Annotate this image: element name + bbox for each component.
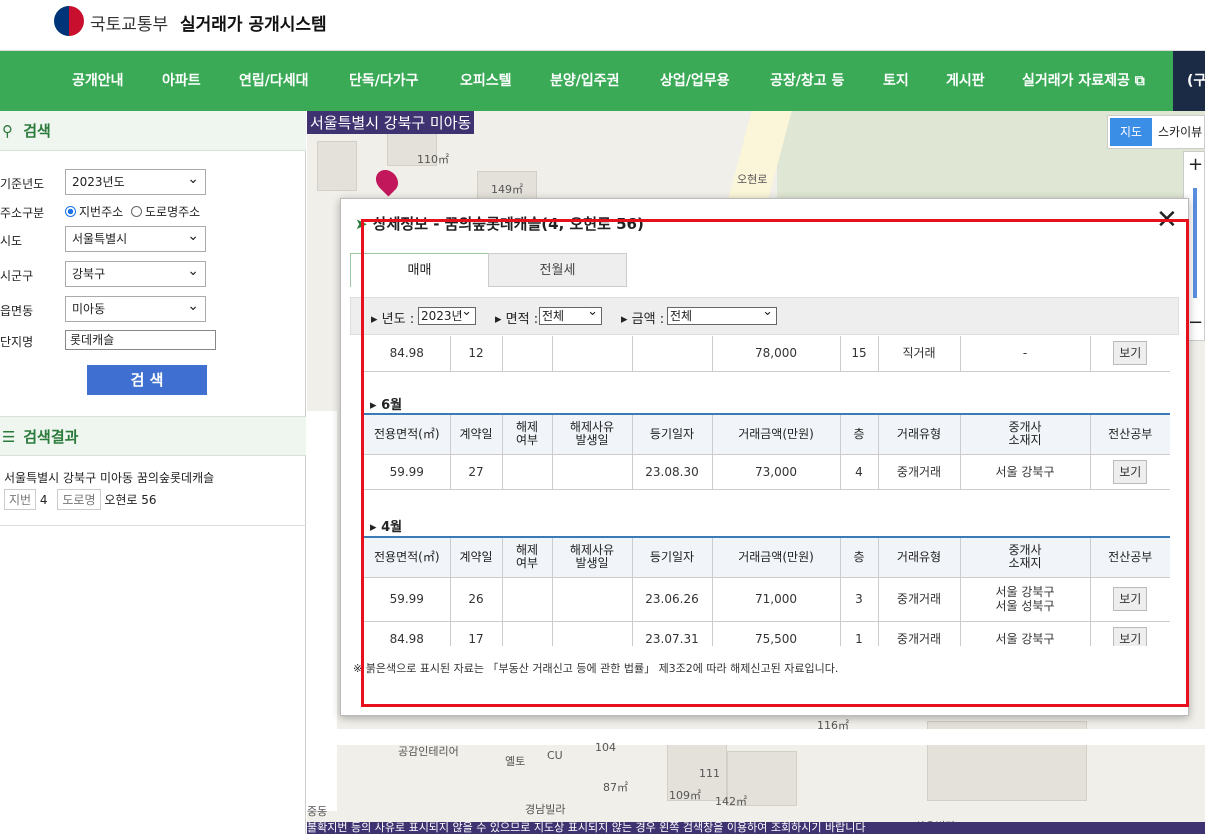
road-tag: 도로명 (57, 489, 101, 510)
map-label: 옐토 (505, 755, 526, 768)
map-label: 111 (699, 767, 720, 780)
sigungu-select[interactable]: 강북구 (65, 259, 206, 287)
sigungu-label: 시군구 (0, 269, 34, 283)
nav-item-guide[interactable]: 공개안내 (72, 51, 124, 111)
map-label: 116㎡ (817, 719, 849, 732)
road-radio[interactable] (131, 206, 142, 217)
nav-item-apartment[interactable]: 아파트 (162, 51, 201, 111)
map-label: 중동 (307, 805, 328, 818)
nav-item-factory[interactable]: 공장/창고 등 (770, 51, 844, 111)
divider (0, 525, 306, 526)
zoom-in-button[interactable]: + (1188, 154, 1203, 175)
search-panel: ⚲ 검색 기준년도 2023년도 주소구분 지번주소 도로명주소 시도 서울특별… (0, 111, 306, 834)
highlight-box (361, 219, 1189, 707)
road-radio-label[interactable]: 도로명주소 (145, 205, 200, 219)
search-button[interactable]: 검 색 (87, 365, 207, 395)
nav-item-data-provision[interactable]: 실거래가 자료제공 ⧉ (1022, 51, 1145, 111)
map-label: 109㎡ (669, 789, 701, 802)
nav-item-commercial[interactable]: 상업/업무용 (660, 51, 730, 111)
map-label: 87㎡ (603, 781, 628, 794)
map-road (307, 411, 337, 811)
jibun-radio-label[interactable]: 지번주소 (79, 205, 123, 219)
map-location-label: 서울특별시 강북구 미아동 (307, 111, 475, 134)
result-item-address: 지번 4 도로명 오현로 56 (4, 489, 214, 510)
map-building (317, 141, 357, 191)
dong-label: 읍면동 (0, 304, 34, 318)
nav-item-old[interactable]: (구 (1173, 51, 1205, 111)
search-header: ⚲ 검색 (0, 111, 306, 151)
map-label: CU (547, 749, 563, 762)
complex-label: 단지명 (0, 335, 34, 349)
year-label: 기준년도 (0, 177, 45, 191)
road-value: 오현로 56 (104, 493, 157, 507)
jibun-value: 4 (39, 493, 48, 507)
location-pin-icon[interactable] (371, 165, 403, 197)
result-item-name[interactable]: 서울특별시 강북구 미아동 꿈의숲롯데캐슬 (4, 469, 214, 486)
map-label: 오현로 (737, 173, 768, 186)
map-label: 공감인테리어 (398, 745, 459, 758)
jibun-radio[interactable] (65, 206, 76, 217)
nav-item-presale[interactable]: 분양/입주권 (550, 51, 620, 111)
main-nav: 공개안내 아파트 연립/다세대 단독/다가구 오피스텔 분양/입주권 상업/업무… (0, 51, 1205, 111)
addr-type-radios: 지번주소 도로명주소 (65, 203, 200, 220)
map-bottom-note: 불확지번 등의 사유로 표시되지 않을 수 있으므로 지도상 표시되지 않는 경… (307, 822, 1205, 834)
zoom-out-button[interactable]: − (1188, 312, 1203, 333)
ministry-name[interactable]: 국토교통부 (90, 10, 168, 35)
nav-item-rowhouse[interactable]: 연립/다세대 (239, 51, 309, 111)
map-type-switch: 지도 스카이뷰 (1107, 115, 1205, 149)
system-title[interactable]: 실거래가 공개시스템 (180, 10, 327, 35)
zoom-slider[interactable] (1193, 188, 1197, 298)
result-item[interactable]: 서울특별시 강북구 미아동 꿈의숲롯데캐슬 지번 4 도로명 오현로 56 (4, 469, 214, 510)
top-header: 국토교통부 실거래가 공개시스템 (0, 0, 1205, 51)
search-icon: ⚲ (2, 122, 13, 140)
map-label: 142㎡ (715, 795, 747, 808)
government-logo-icon[interactable] (54, 6, 84, 36)
map-type-sky-button[interactable]: 스카이뷰 (1158, 118, 1202, 146)
year-select[interactable]: 2023년도 (65, 167, 206, 195)
map-label: 149㎡ (491, 183, 523, 196)
search-title: 검색 (23, 122, 51, 140)
nav-item-board[interactable]: 게시판 (946, 51, 985, 111)
jibun-tag: 지번 (4, 489, 37, 510)
map-type-map-button[interactable]: 지도 (1110, 118, 1152, 146)
complex-input[interactable]: 롯데캐슬 (65, 330, 216, 350)
nav-item-detached[interactable]: 단독/다가구 (349, 51, 419, 111)
addr-type-label: 주소구분 (0, 206, 45, 220)
results-title: 검색결과 (23, 428, 79, 446)
map-label: 104 (595, 741, 616, 754)
list-icon: ☰ (2, 428, 16, 446)
results-header: ☰ 검색결과 (0, 416, 306, 456)
nav-item-officetel[interactable]: 오피스텔 (460, 51, 512, 111)
dong-select[interactable]: 미아동 (65, 294, 206, 322)
sido-label: 시도 (0, 234, 23, 248)
map-label: 경남빌라 (525, 803, 566, 816)
map-label: 110㎡ (417, 153, 449, 166)
nav-item-land[interactable]: 토지 (883, 51, 909, 111)
sido-select[interactable]: 서울특별시 (65, 224, 206, 252)
